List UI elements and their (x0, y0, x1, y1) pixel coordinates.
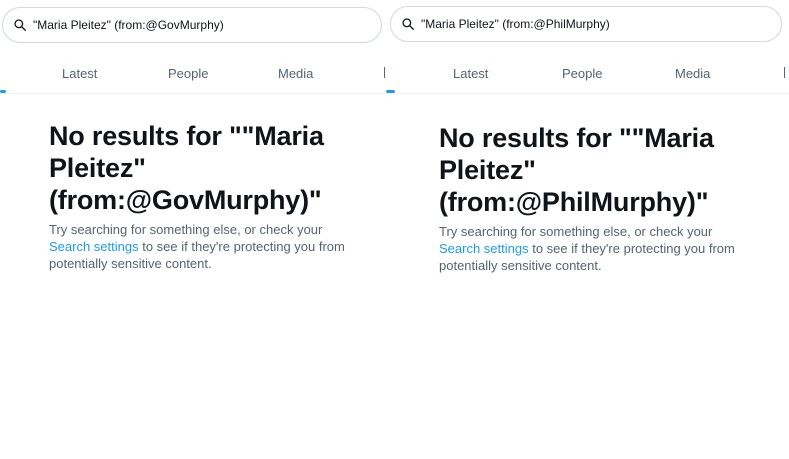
empty-desc-before: Try searching for something else, or che… (49, 222, 323, 237)
search-settings-link[interactable]: Search settings (49, 239, 139, 254)
empty-state: No results for ""Maria Pleitez" (from:@G… (49, 120, 349, 272)
empty-state-title: No results for ""Maria Pleitez" (from:@G… (49, 121, 324, 215)
search-icon (402, 18, 414, 30)
tab-overflow-marker (784, 67, 785, 78)
search-icon (14, 19, 26, 31)
tab-latest[interactable]: Latest (453, 52, 488, 94)
empty-state-title: No results for ""Maria Pleitez" (from:@P… (439, 123, 714, 217)
tab-people[interactable]: People (562, 52, 602, 94)
tab-overflow-marker (384, 67, 385, 78)
tab-people[interactable]: People (168, 52, 208, 94)
tab-media[interactable]: Media (675, 52, 710, 94)
tab-latest[interactable]: Latest (62, 52, 97, 94)
tab-media[interactable]: Media (278, 52, 313, 94)
search-panel-right: "Maria Pleitez" (from:@PhilMurphy) Lates… (386, 0, 789, 459)
empty-state-description: Try searching for something else, or che… (49, 221, 349, 272)
search-query: "Maria Pleitez" (from:@PhilMurphy) (421, 17, 610, 31)
search-settings-link[interactable]: Search settings (439, 241, 529, 256)
search-input[interactable]: "Maria Pleitez" (from:@PhilMurphy) (390, 6, 782, 42)
search-panel-left: "Maria Pleitez" (from:@GovMurphy) Latest… (0, 0, 386, 459)
search-tabs: Latest People Media (0, 52, 386, 94)
empty-desc-before: Try searching for something else, or che… (439, 224, 713, 239)
search-query: "Maria Pleitez" (from:@GovMurphy) (33, 18, 224, 32)
empty-state: No results for ""Maria Pleitez" (from:@P… (439, 122, 757, 274)
search-tabs: Latest People Media (386, 52, 789, 94)
tabs-divider (386, 93, 789, 94)
empty-state-description: Try searching for something else, or che… (439, 223, 757, 274)
search-input[interactable]: "Maria Pleitez" (from:@GovMurphy) (2, 7, 382, 43)
tabs-divider (0, 93, 386, 94)
